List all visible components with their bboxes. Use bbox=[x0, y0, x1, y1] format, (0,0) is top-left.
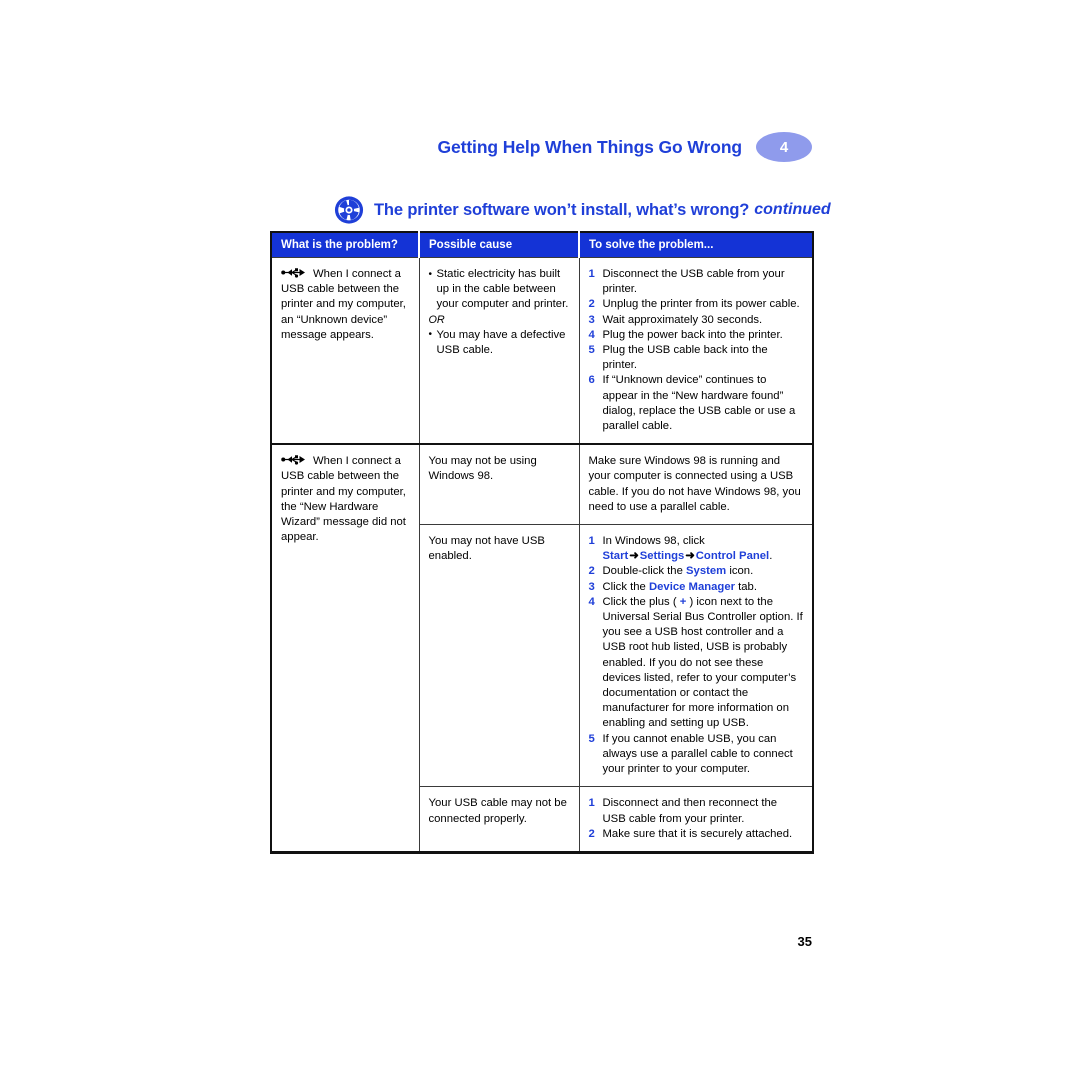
running-head-title: Getting Help When Things Go Wrong bbox=[437, 136, 742, 157]
cause-bullet-list-2: You may have a defective USB cable. bbox=[429, 327, 570, 358]
column-header-solution: To solve the problem... bbox=[579, 231, 813, 258]
keyword-settings: Settings bbox=[639, 550, 685, 563]
problem-cell: When I connect a USB cable between the p… bbox=[271, 443, 420, 853]
list-item: Unplug the printer from its power cable. bbox=[589, 297, 800, 312]
list-item: Wait approximately 30 seconds. bbox=[589, 313, 763, 328]
cause-cell: Static electricity has built up in the c… bbox=[419, 257, 580, 445]
step-suffix: icon. bbox=[726, 565, 754, 578]
list-item: Disconnect the USB cable from your print… bbox=[589, 267, 785, 296]
step-prefix: Click the bbox=[602, 580, 649, 593]
list-item: If you cannot enable USB, you can always… bbox=[589, 732, 804, 778]
step-prefix: Double-click the bbox=[602, 565, 687, 578]
cause-cell: You may not be using Windows 98. bbox=[419, 443, 580, 525]
list-item: Click the Device Manager tab. bbox=[589, 580, 804, 595]
page-number: 35 bbox=[797, 934, 812, 949]
cause-text: Your USB cable may not be connected prop… bbox=[428, 797, 567, 825]
keyword-start: Start bbox=[602, 550, 629, 563]
step-suffix: tab. bbox=[735, 580, 757, 593]
keyword-device-manager: Device Manager bbox=[648, 580, 735, 593]
keyword-control-panel: Control Panel bbox=[695, 550, 770, 563]
cause-bullet-list: Static electricity has built up in the c… bbox=[429, 267, 570, 313]
solution-cell: Disconnect the USB cable from your print… bbox=[579, 257, 813, 445]
cd-disc-icon bbox=[334, 196, 364, 224]
list-item: Plug the power back into the printer. bbox=[589, 328, 783, 343]
chapter-number-badge: 4 bbox=[756, 132, 812, 162]
step-suffix: . bbox=[769, 550, 773, 563]
table-row: When I connect a USB cable between the p… bbox=[271, 257, 813, 445]
list-item: Double-click the System icon. bbox=[589, 564, 804, 579]
step-prefix: In Windows 98, click bbox=[602, 535, 705, 548]
list-item: If “Unknown device” continues to appear … bbox=[589, 373, 796, 433]
column-header-cause: Possible cause bbox=[419, 231, 580, 258]
list-item: Disconnect and then reconnect the USB ca… bbox=[589, 796, 778, 825]
section-title-text: The printer software won’t install, what… bbox=[374, 200, 750, 219]
step-prefix: Click the plus ( bbox=[602, 595, 680, 608]
section-title-continued: continued bbox=[754, 201, 831, 218]
solution-step-list: In Windows 98, click Start➜Settings➜Cont… bbox=[589, 534, 804, 777]
problem-cell: When I connect a USB cable between the p… bbox=[271, 257, 420, 445]
list-item: You may have a defective USB cable. bbox=[429, 327, 570, 358]
list-item: Make sure that it is securely attached. bbox=[589, 827, 793, 842]
step-suffix: ) icon next to the Universal Serial Bus … bbox=[602, 595, 803, 730]
usb-symbol-icon bbox=[281, 268, 305, 278]
solution-cell: In Windows 98, click Start➜Settings➜Cont… bbox=[579, 524, 813, 787]
solution-cell: Make sure Windows 98 is running and your… bbox=[579, 443, 813, 525]
solution-cell: Disconnect and then reconnect the USB ca… bbox=[579, 786, 813, 853]
problem-text: When I connect a USB cable between the p… bbox=[281, 455, 406, 544]
list-item: Click the plus ( + ) icon next to the Un… bbox=[589, 595, 804, 732]
list-item: Static electricity has built up in the c… bbox=[429, 267, 570, 313]
cause-text: You may not have USB enabled. bbox=[428, 535, 545, 563]
problem-text: When I connect a USB cable between the p… bbox=[281, 268, 406, 341]
list-item: Plug the USB cable back into the printer… bbox=[589, 343, 768, 372]
column-header-problem: What is the problem? bbox=[271, 231, 420, 258]
list-item: In Windows 98, click Start➜Settings➜Cont… bbox=[589, 534, 804, 564]
step-prefix: If you cannot enable USB, you can always… bbox=[602, 732, 793, 776]
section-title: The printer software won’t install, what… bbox=[334, 192, 831, 228]
cause-cell: You may not have USB enabled. bbox=[419, 524, 580, 787]
usb-symbol-icon bbox=[281, 455, 305, 465]
troubleshooting-table: What is the problem? Possible cause To s… bbox=[270, 231, 814, 854]
table-row: When I connect a USB cable between the p… bbox=[271, 443, 813, 853]
keyword-system: System bbox=[686, 565, 727, 578]
solution-step-list: Disconnect the USB cable from your print… bbox=[589, 267, 804, 434]
arrow-icon: ➜ bbox=[685, 550, 695, 563]
running-head: Getting Help When Things Go Wrong 4 bbox=[270, 128, 812, 166]
solution-text: Make sure Windows 98 is running and your… bbox=[588, 455, 801, 513]
table-header-row: What is the problem? Possible cause To s… bbox=[271, 231, 813, 258]
arrow-icon: ➜ bbox=[629, 550, 639, 563]
cause-text: You may not be using Windows 98. bbox=[428, 455, 537, 483]
cause-cell: Your USB cable may not be connected prop… bbox=[419, 786, 580, 853]
solution-step-list: Disconnect and then reconnect the USB ca… bbox=[589, 796, 804, 842]
cause-separator: OR bbox=[428, 313, 445, 326]
